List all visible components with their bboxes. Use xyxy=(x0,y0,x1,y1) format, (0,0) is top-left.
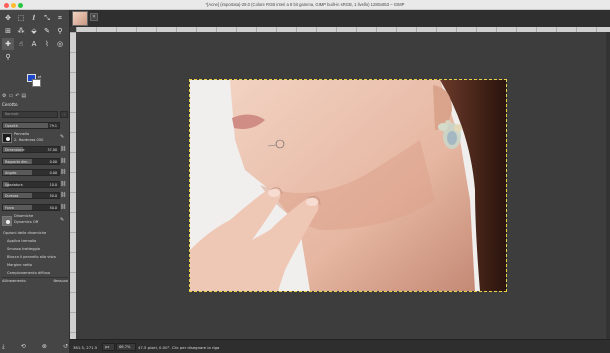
image-tabs: ✕ xyxy=(70,10,610,27)
dynamics-value-row: Dynamics Off xyxy=(2,219,68,226)
photo-face-illustration xyxy=(190,80,506,291)
unified-transform-icon[interactable]: ⊞ xyxy=(2,25,14,37)
edit-brush-icon[interactable]: ✎ xyxy=(60,134,66,141)
opacity-label: Opacità xyxy=(5,124,18,128)
mode-select[interactable]: Normale xyxy=(2,111,58,118)
chain-icon[interactable]: ⛓ xyxy=(60,181,66,188)
brush-label: Pennello xyxy=(14,132,30,136)
images-tab-icon[interactable]: ▤ xyxy=(21,93,26,99)
mode-menu-icon[interactable]: ⌄ xyxy=(60,111,68,118)
restore-options-icon[interactable]: ⟲ xyxy=(21,343,26,351)
slider-6[interactable]: Forza 50.0 xyxy=(2,203,60,211)
slider-value: 37.00 xyxy=(47,148,57,152)
option-checkbox[interactable]: Applica tremolio xyxy=(2,237,68,245)
save-options-icon[interactable]: ⤓ xyxy=(2,343,5,351)
slider-label: Forza xyxy=(5,205,14,210)
opacity-value: 79.1 xyxy=(49,124,57,128)
alignment-select[interactable]: Nessuno xyxy=(53,279,68,283)
tool-options-title: Cerotto xyxy=(2,102,18,107)
brush-name-row: 2. Hardness 050 xyxy=(2,137,68,144)
edit-dynamics-icon[interactable]: ✎ xyxy=(60,217,66,224)
option-checkbox[interactable]: Campionamento diffuso xyxy=(2,269,68,277)
tool-grid: ✥ ⬚ ℓ ⤡ ⌗ ⊞ ⁂ ⬙ ✎ ⚲ ✚ ☝ A ⌇ ◎ ⚲ xyxy=(2,12,68,63)
brush-name: 2. Hardness 050 xyxy=(14,138,44,142)
delete-options-icon[interactable]: ⊗ xyxy=(42,343,47,351)
mode-row: Normale ⌄ xyxy=(2,111,68,118)
fg-select-icon[interactable]: ◎ xyxy=(54,38,66,50)
warp-icon[interactable]: ⁂ xyxy=(15,25,27,37)
zoom-select[interactable]: 66.7% xyxy=(116,343,136,351)
slider-value: 50.0 xyxy=(49,205,57,210)
slider-value: 50.0 xyxy=(49,194,57,198)
unit-select[interactable]: px xyxy=(102,343,115,351)
canvas-right-edge xyxy=(606,32,610,339)
dynamics-value: Dynamics Off xyxy=(14,220,39,224)
slider-value: 10.0 xyxy=(49,182,57,187)
undo-history-tab-icon[interactable]: ↶ xyxy=(15,93,19,99)
slider-value: 0.00 xyxy=(49,159,57,164)
slider-2[interactable]: Rapporto dim... 0.00 xyxy=(2,157,60,165)
slider-label: Angolo xyxy=(5,171,17,175)
path-icon[interactable]: ⌇ xyxy=(41,38,53,50)
align-icon[interactable]: ⤡ xyxy=(41,12,53,24)
crop-icon[interactable]: ⌗ xyxy=(54,12,66,24)
close-image-icon[interactable]: ✕ xyxy=(90,13,98,21)
photo-image[interactable] xyxy=(189,79,507,292)
paintbrush-icon[interactable]: ✎ xyxy=(41,25,53,37)
pointer-coordinates: 381.5, 271.5 xyxy=(73,345,98,350)
background-color[interactable] xyxy=(32,79,41,87)
slider-5[interactable]: Durezza 50.0 xyxy=(2,192,60,199)
chain-icon[interactable]: ⛓ xyxy=(60,204,66,211)
toolbox-bottom-bar: ⤓ ⟲ ⊗ ↺ xyxy=(2,343,68,351)
slider-4[interactable]: Spaziatura 10.0 xyxy=(2,180,60,188)
zoom-icon[interactable]: ⚲ xyxy=(2,51,14,63)
status-bar: 381.5, 271.5 px 66.7% 47.5 pixel, 0.00°.… xyxy=(70,339,610,353)
alignment-row: Allineamento Nessuno xyxy=(2,277,68,284)
device-status-tab-icon[interactable]: ▭ xyxy=(8,93,13,99)
text-icon[interactable]: A xyxy=(28,38,40,50)
dynamics-label: Dinamiche xyxy=(14,214,34,218)
reset-options-icon[interactable]: ↺ xyxy=(63,343,68,351)
chain-icon[interactable]: ⛓ xyxy=(60,192,66,199)
window-title: *[Acne] (importata)-29.0 (Colore RGB int… xyxy=(205,2,405,7)
status-message: 47.5 pixel, 0.00°. Clic per disegnare la… xyxy=(138,345,220,350)
option-checkbox[interactable]: Smussa tratteggio xyxy=(2,245,68,253)
dynamics-options-expander[interactable]: Opzioni delle dinamiche xyxy=(2,229,68,237)
slider-label: Durezza xyxy=(5,194,19,198)
rect-select-icon[interactable]: ⬚ xyxy=(15,12,27,24)
dock-tabs: ⚙ ▭ ↶ ▤ xyxy=(2,92,68,100)
slider-1[interactable]: Dimensione 37.00 xyxy=(2,146,60,153)
title-bar: *[Acne] (importata)-29.0 (Colore RGB int… xyxy=(0,0,610,10)
color-swatches: ⇄ xyxy=(25,74,43,89)
smudge-icon[interactable]: ☝ xyxy=(15,38,27,50)
slider-3[interactable]: Angolo 0.00 xyxy=(2,169,60,176)
swap-colors-icon[interactable]: ⇄ xyxy=(38,74,41,79)
chain-icon[interactable]: ⛓ xyxy=(60,158,66,165)
slider-value: 0.00 xyxy=(49,171,57,175)
move-icon[interactable]: ✥ xyxy=(2,12,14,24)
eyedropper-icon[interactable]: ⚲ xyxy=(54,25,66,37)
slider-label: Spaziatura xyxy=(5,182,23,187)
canvas-area[interactable] xyxy=(76,32,610,339)
tool-options-tab-icon[interactable]: ⚙ xyxy=(2,93,6,99)
opacity-slider[interactable]: Opacità 79.1 xyxy=(2,122,60,129)
chain-icon[interactable]: ⛓ xyxy=(60,146,66,153)
option-checkbox[interactable]: Blocca il pennello alla vista xyxy=(2,253,68,261)
option-checkbox[interactable]: Margine netto xyxy=(2,261,68,269)
fill-icon[interactable]: ⬙ xyxy=(28,25,40,37)
lasso-icon[interactable]: ℓ xyxy=(28,12,40,24)
toolbox-panel: ✥ ⬚ ℓ ⤡ ⌗ ⊞ ⁂ ⬙ ✎ ⚲ ✚ ☝ A ⌇ ◎ ⚲ ⇄ ⚙ ▭ ↶ ▤ Cerotto Norma… xyxy=(0,10,70,353)
slider-label: Rapporto dim... xyxy=(5,159,31,164)
chain-icon[interactable]: ⛓ xyxy=(60,169,66,176)
slider-label: Dimensione xyxy=(5,148,25,152)
alignment-label: Allineamento xyxy=(2,279,26,283)
image-thumbnail[interactable] xyxy=(72,11,88,26)
heal-icon[interactable]: ✚ xyxy=(2,38,14,50)
